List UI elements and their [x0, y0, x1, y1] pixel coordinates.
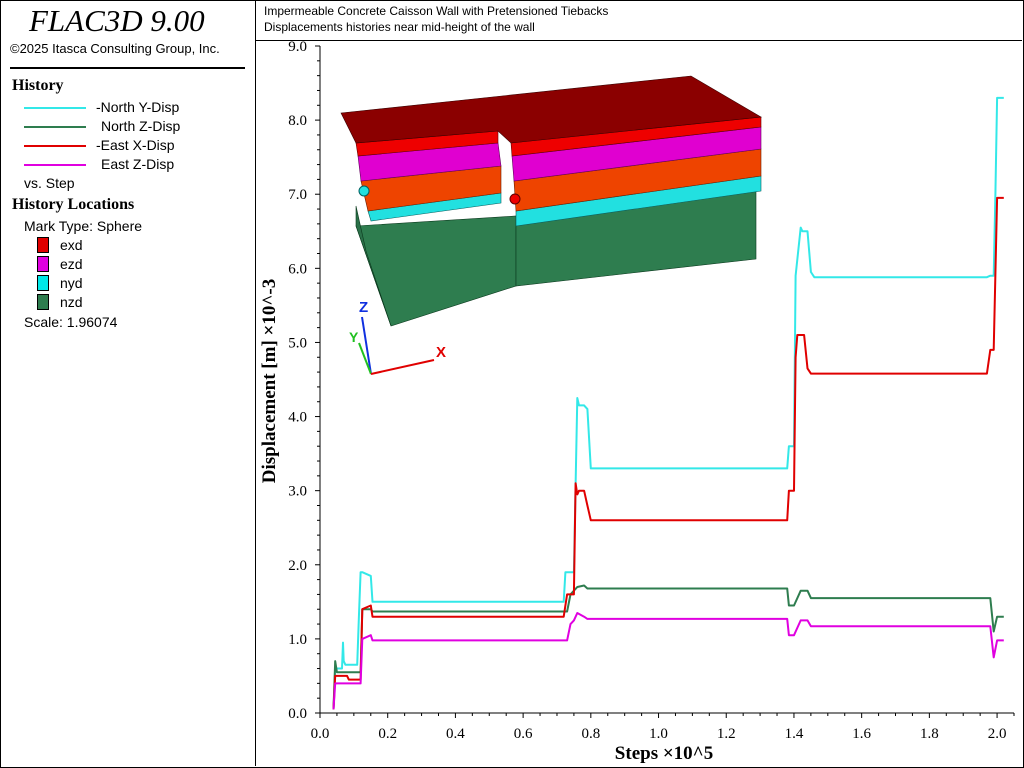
y-tick-label: 8.0: [288, 113, 307, 129]
location-swatch-exd: [37, 237, 49, 253]
app-title: FLAC3D 9.00: [29, 3, 205, 38]
plot-title-line-1: Impermeable Concrete Caisson Wall with P…: [264, 4, 609, 18]
history-locations-heading: History Locations: [12, 196, 135, 213]
y-tick-label: 1.0: [288, 632, 307, 648]
legend-label-east-z: East Z-Disp: [101, 156, 175, 172]
y-tick-label: 7.0: [288, 187, 307, 203]
x-tick-label: 0.8: [581, 726, 600, 742]
x-axis-title: Steps ×10^5: [615, 743, 713, 764]
y-tick-label: 0.0: [288, 706, 307, 722]
vs-step-label: vs. Step: [24, 175, 75, 191]
y-tick-label: 9.0: [288, 41, 307, 55]
x-tick-label: 1.8: [920, 726, 939, 742]
series-line-4: [332, 612, 1004, 710]
location-label-nzd: nzd: [60, 294, 83, 310]
x-tick-label: 0.2: [378, 726, 397, 742]
title-divider: [10, 67, 245, 69]
triad-y-label: Y: [349, 329, 359, 345]
plot-title-line-2: Displacements histories near mid-height …: [264, 20, 535, 34]
x-tick-label: 0.6: [514, 726, 533, 742]
triad-x-label: X: [436, 344, 446, 361]
x-tick-label: 2.0: [988, 726, 1007, 742]
history-heading: History: [12, 77, 64, 94]
triad-x-axis: [370, 359, 435, 375]
chart-area: Z Y X 0.0 1.0 2.0 3.0 4.0 5.0 6.0 7.0 8.0 9.0 0.0…: [259, 41, 1015, 764]
location-label-nyd: nyd: [60, 275, 83, 291]
legend-line-north-z: [24, 126, 86, 128]
y-tick-label: 4.0: [288, 410, 307, 426]
location-swatch-nzd: [37, 294, 49, 310]
legend-line-north-y: [24, 107, 86, 109]
x-tick-label: 0.0: [311, 726, 330, 742]
location-label-exd: exd: [60, 237, 83, 253]
model-view-3d: Z Y X: [340, 75, 762, 375]
y-tick-label: 3.0: [288, 484, 307, 500]
triad-z-axis: [361, 316, 372, 375]
x-tick-label: 1.0: [649, 726, 668, 742]
triad-z-label: Z: [359, 299, 368, 316]
y-tick-label: 6.0: [288, 261, 307, 277]
location-swatch-ezd: [37, 256, 49, 272]
model-face-front-green: [355, 215, 517, 327]
history-marker-exd: [509, 193, 521, 205]
location-swatch-nyd: [37, 275, 49, 291]
history-marker-nyd: [358, 185, 370, 197]
legend-label-north-y: -North Y-Disp: [96, 99, 180, 115]
copyright-text: ©2025 Itasca Consulting Group, Inc.: [10, 41, 220, 56]
x-tick-label: 0.4: [446, 726, 465, 742]
y-axis-ticks: 0.0 1.0 2.0 3.0 4.0 5.0 6.0 7.0 8.0 9.0: [288, 41, 320, 722]
mark-type-label: Mark Type: Sphere: [24, 218, 143, 234]
location-label-ezd: ezd: [60, 256, 83, 272]
scale-label: Scale: 1.96074: [24, 314, 118, 330]
series-line-2: [332, 584, 1004, 710]
x-tick-label: 1.4: [785, 726, 804, 742]
legend-label-north-z: North Z-Disp: [101, 118, 181, 134]
y-axis-title: Displacement [m] ×10^-3: [259, 279, 280, 483]
x-tick-label: 1.6: [852, 726, 871, 742]
legend-line-east-x: [24, 145, 86, 147]
y-tick-label: 2.0: [288, 558, 307, 574]
legend-line-east-z: [24, 164, 86, 166]
y-tick-label: 5.0: [288, 335, 307, 351]
plot-header: Impermeable Concrete Caisson Wall with P…: [256, 1, 1022, 41]
x-axis-ticks: 0.0 0.2 0.4 0.6 0.8 1.0 1.2 1.4 1.6 1.8 2.0: [311, 713, 1015, 742]
legend-label-east-x: -East X-Disp: [96, 137, 175, 153]
x-tick-label: 1.2: [717, 726, 736, 742]
legend-panel: FLAC3D 9.00 ©2025 Itasca Consulting Grou…: [1, 1, 256, 766]
